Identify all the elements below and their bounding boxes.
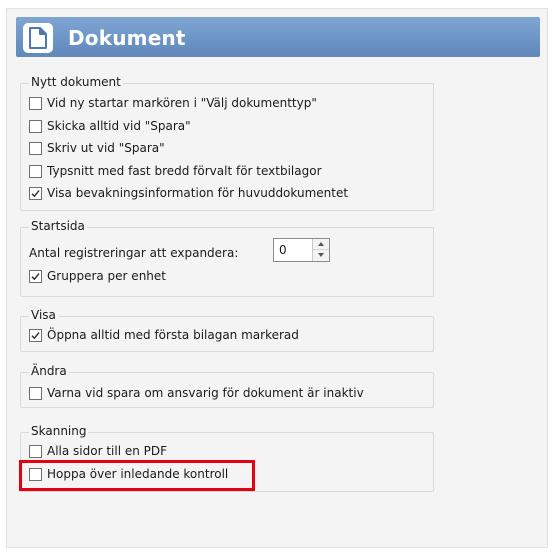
checkbox[interactable]: [29, 445, 42, 458]
expand-count-stepper[interactable]: 0: [273, 238, 330, 262]
group-label-skanning: Skanning: [29, 424, 89, 439]
checkbox-label: Typsnitt med fast bredd förvalt för text…: [47, 164, 322, 178]
checkbox[interactable]: [29, 387, 42, 400]
group-startsida: [20, 227, 434, 297]
document-icon: [23, 23, 53, 53]
checkbox-label: Vid ny startar markören i "Välj dokument…: [47, 96, 317, 110]
checkbox[interactable]: [29, 142, 42, 155]
checkbox-label: Alla sidor till en PDF: [47, 444, 168, 458]
checkmark-icon: [31, 332, 40, 340]
group-label-andra: Ändra: [29, 364, 69, 379]
checkbox-label: Skriv ut vid "Spara": [47, 141, 165, 155]
chevron-up-icon: [318, 242, 324, 246]
checkbox-label: Öppna alltid med första bilagan markerad: [47, 328, 299, 342]
group-label-visa: Visa: [29, 308, 58, 323]
checkbox[interactable]: [29, 97, 42, 110]
checkbox-label: Gruppera per enhet: [47, 269, 166, 283]
checkbox[interactable]: [29, 120, 42, 133]
checkbox[interactable]: [29, 165, 42, 178]
chevron-down-icon: [318, 253, 324, 257]
expand-count-value[interactable]: 0: [279, 243, 287, 258]
highlight-box: [19, 460, 255, 491]
page-title: Dokument: [68, 26, 186, 50]
expand-count-label: Antal registreringar att expandera:: [29, 246, 239, 260]
checkbox-label: Varna vid spara om ansvarig för dokument…: [47, 386, 364, 400]
spin-up-button[interactable]: [313, 239, 329, 250]
checkbox-label: Visa bevakningsinformation för huvuddoku…: [47, 186, 349, 200]
checkbox-checked[interactable]: [29, 270, 42, 283]
group-label-startsida: Startsida: [29, 219, 87, 234]
group-label-nytt-dokument: Nytt dokument: [29, 75, 123, 90]
spin-down-button[interactable]: [313, 250, 329, 261]
checkbox-checked[interactable]: [29, 329, 42, 342]
checkbox-checked[interactable]: [29, 187, 42, 200]
checkmark-icon: [31, 273, 40, 281]
checkmark-icon: [31, 190, 40, 198]
checkbox-label: Skicka alltid vid "Spara": [47, 119, 191, 133]
